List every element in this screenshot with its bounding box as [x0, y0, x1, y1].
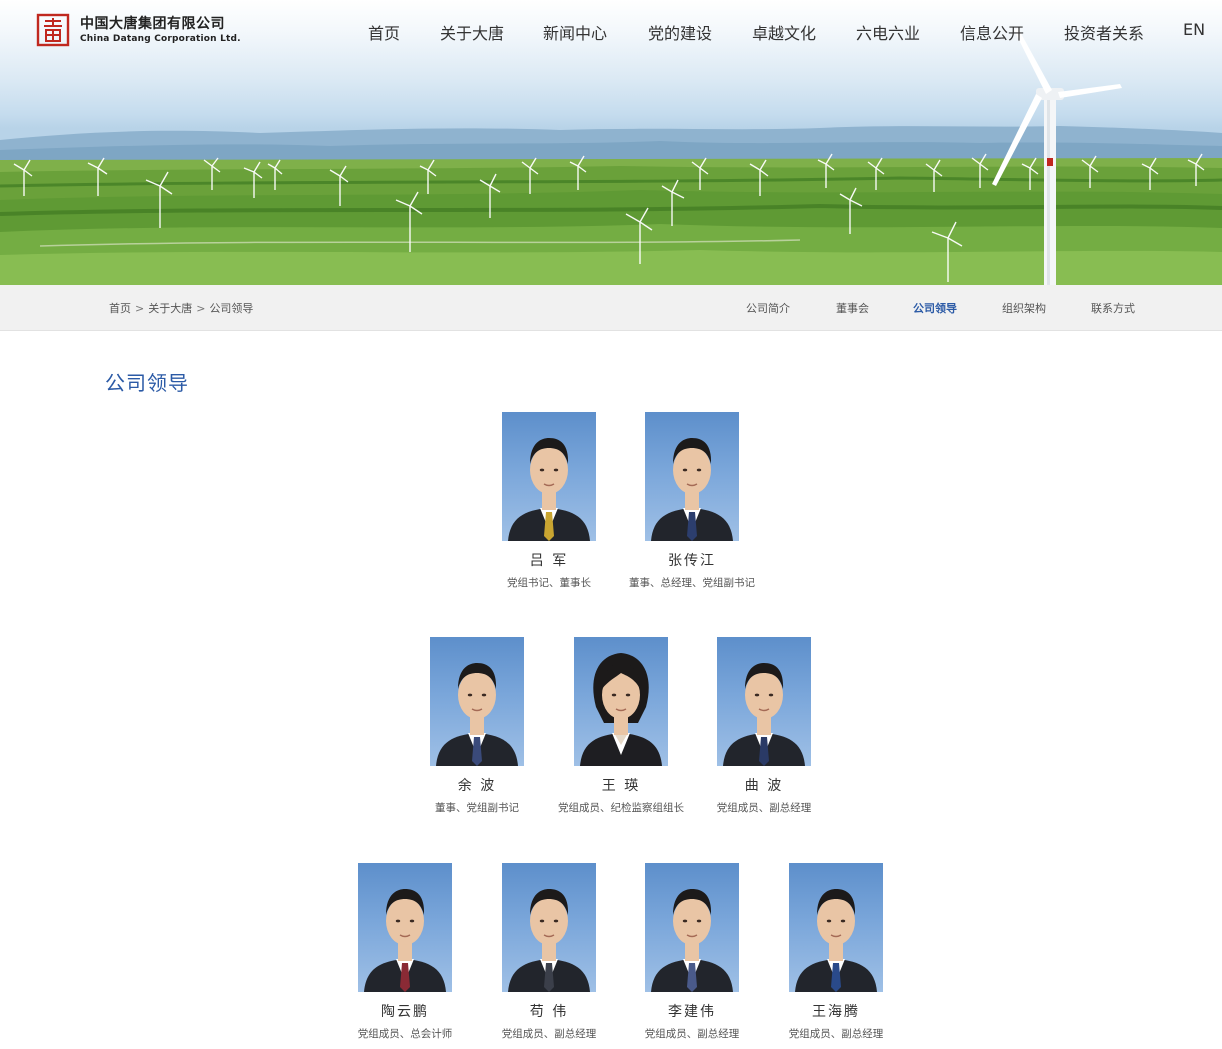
- leader-photo[interactable]: [358, 863, 452, 992]
- nav-item-culture[interactable]: 卓越文化: [752, 20, 816, 44]
- leader-role: 董事、总经理、党组副书记: [629, 577, 755, 589]
- leader-name[interactable]: 曲 波: [674, 775, 854, 795]
- subnav-item-profile[interactable]: 公司简介: [746, 300, 790, 316]
- leader-photo[interactable]: [574, 637, 668, 766]
- breadcrumb-about[interactable]: 关于大唐: [148, 300, 192, 316]
- leader-photo[interactable]: [502, 412, 596, 541]
- nav-item-business[interactable]: 六电六业: [856, 20, 920, 44]
- breadcrumb-separator: >: [196, 302, 206, 315]
- leader-photo[interactable]: [430, 637, 524, 766]
- subnav-item-leaders[interactable]: 公司领导: [913, 300, 957, 316]
- subnav-item-board[interactable]: 董事会: [836, 300, 869, 316]
- nav-item-language-en[interactable]: EN: [1183, 20, 1205, 39]
- leader-role: 党组成员、副总经理: [716, 802, 812, 814]
- leader-photo[interactable]: [645, 412, 739, 541]
- hero-banner: 中国大唐集团有限公司 China Datang Corporation Ltd.…: [0, 0, 1222, 285]
- nav-item-about[interactable]: 关于大唐: [440, 20, 504, 44]
- nav-item-investors[interactable]: 投资者关系: [1064, 20, 1144, 44]
- sub-navigation-bar: 首页 > 关于大唐 > 公司领导 公司简介 董事会 公司领导 组织架构 联系方式: [0, 285, 1222, 331]
- nav-item-party[interactable]: 党的建设: [648, 20, 712, 44]
- leader-card[interactable]: 曲 波党组成员、副总经理: [674, 637, 854, 815]
- leader-name[interactable]: 王海腾: [746, 1001, 926, 1021]
- leader-photo[interactable]: [789, 863, 883, 992]
- nav-item-disclosure[interactable]: 信息公开: [960, 20, 1024, 44]
- nav-item-news[interactable]: 新闻中心: [543, 20, 607, 44]
- page-title: 公司领导: [105, 371, 189, 395]
- top-navigation-bar: 中国大唐集团有限公司 China Datang Corporation Ltd.…: [0, 0, 1222, 62]
- leader-photo[interactable]: [502, 863, 596, 992]
- nav-item-home[interactable]: 首页: [368, 20, 400, 44]
- breadcrumb-home[interactable]: 首页: [109, 300, 131, 316]
- leader-role: 党组成员、副总经理: [788, 1028, 884, 1040]
- leader-photo[interactable]: [645, 863, 739, 992]
- subnav-item-structure[interactable]: 组织架构: [1002, 300, 1046, 316]
- breadcrumb-separator: >: [135, 302, 145, 315]
- leader-card[interactable]: 王海腾党组成员、副总经理: [746, 863, 926, 1041]
- main-nav: 首页 关于大唐 新闻中心 党的建设 卓越文化 六电六业 信息公开 投资者关系 E…: [0, 20, 1222, 44]
- breadcrumb: 首页 > 关于大唐 > 公司领导: [109, 300, 253, 316]
- breadcrumb-current: 公司领导: [209, 302, 254, 315]
- leader-card[interactable]: 张传江董事、总经理、党组副书记: [602, 412, 782, 590]
- leader-photo[interactable]: [717, 637, 811, 766]
- leader-name[interactable]: 张传江: [602, 550, 782, 570]
- subnav-item-contact[interactable]: 联系方式: [1091, 300, 1135, 316]
